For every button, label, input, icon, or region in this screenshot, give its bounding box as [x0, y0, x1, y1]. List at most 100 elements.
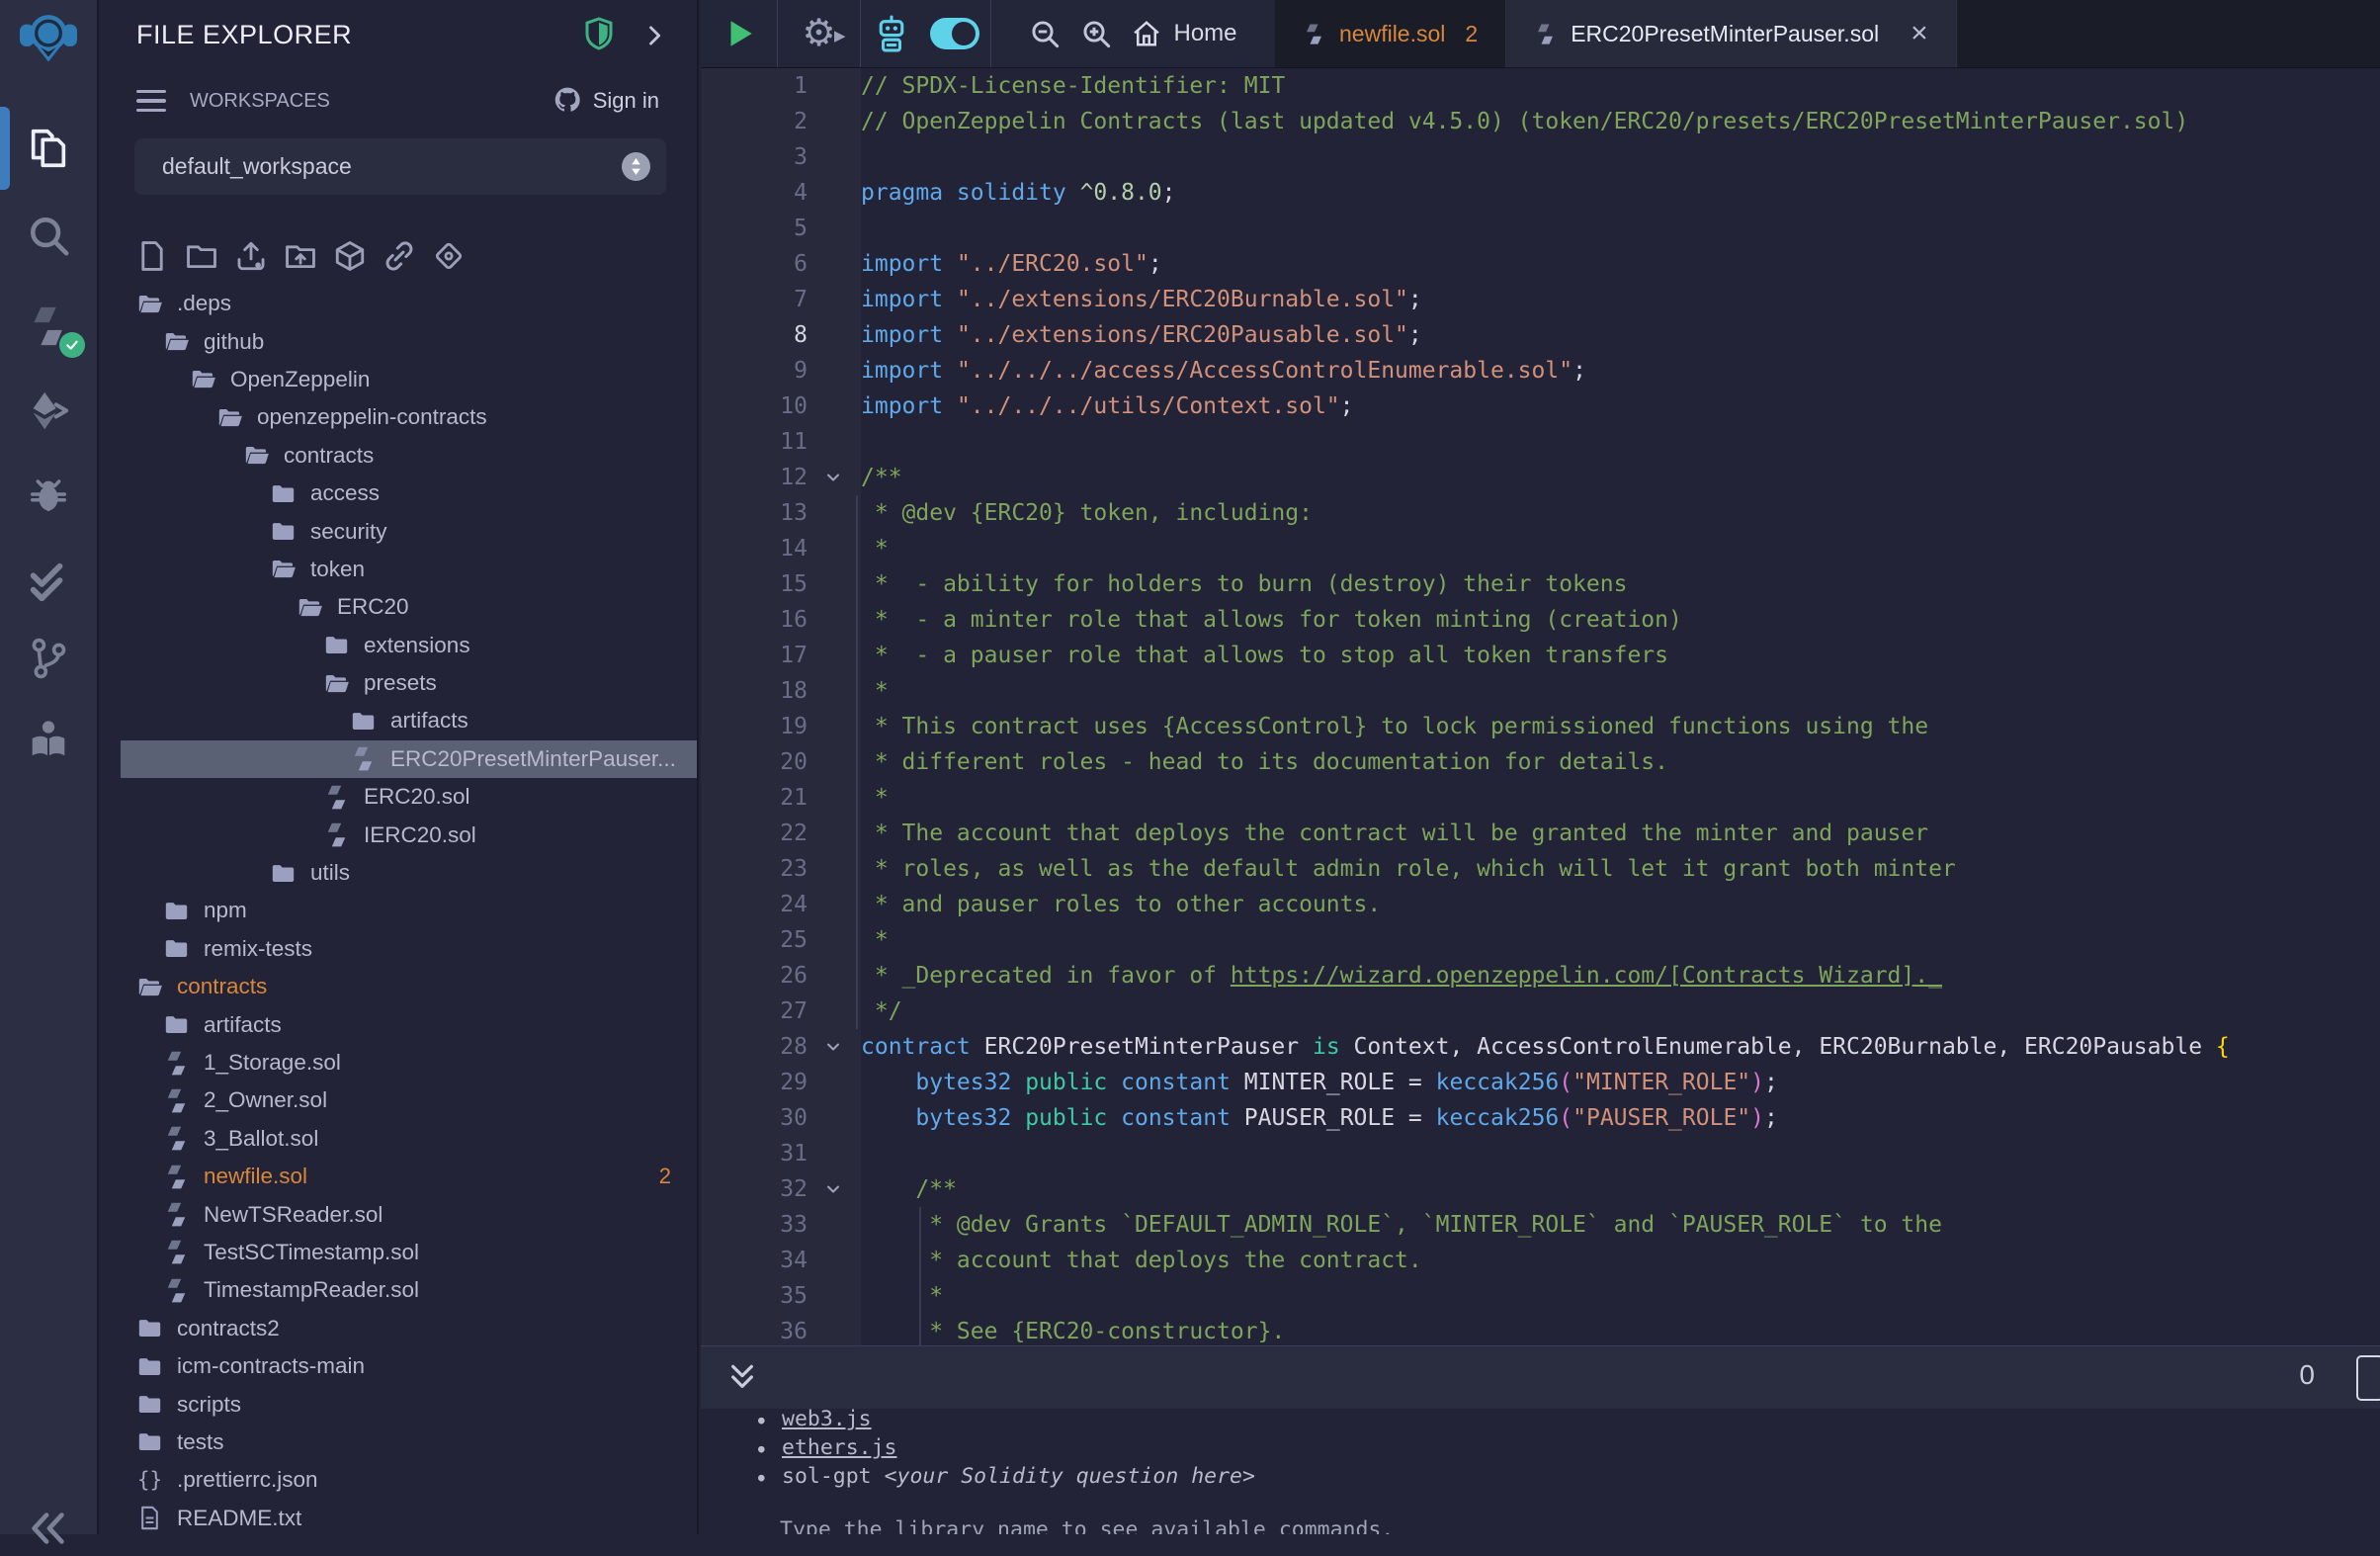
tree-item[interactable]: openzeppelin-contracts: [101, 398, 697, 436]
solidity-file-icon: [323, 821, 350, 848]
workspace-select[interactable]: default_workspace: [134, 138, 666, 195]
tree-item[interactable]: ERC20PresetMinterPauser...: [101, 740, 697, 778]
tree-item[interactable]: TestSCTimestamp.sol: [101, 1234, 697, 1271]
tree-item[interactable]: OpenZeppelin: [101, 361, 697, 398]
editor-tab[interactable]: ERC20PresetMinterPauser.sol×: [1506, 0, 1956, 67]
tree-item[interactable]: TimestampReader.sol: [101, 1271, 697, 1309]
tree-item[interactable]: IERC20.sol: [101, 816, 697, 853]
hamburger-menu-icon[interactable]: [136, 90, 166, 113]
sign-in-button[interactable]: Sign in: [593, 88, 659, 114]
code-line: 3: [701, 139, 2380, 175]
code-line: 1// SPDX-License-Identifier: MIT: [701, 68, 2380, 104]
tree-item[interactable]: contracts2: [101, 1310, 697, 1347]
close-icon[interactable]: ×: [1911, 19, 1928, 48]
editor-topbar: ⚙▶ Home newfile.sol2ERC20: [701, 0, 2380, 68]
tree-item[interactable]: icm-contracts-main: [101, 1347, 697, 1385]
clone-icon[interactable]: [432, 239, 466, 273]
tree-item[interactable]: tests: [101, 1424, 697, 1461]
chevron-right-icon[interactable]: [640, 22, 668, 49]
code-line: 10import "../../../utils/Context.sol";: [701, 389, 2380, 424]
tree-item[interactable]: 1_Storage.sol: [101, 1044, 697, 1081]
tree-item[interactable]: NewTSReader.sol: [101, 1195, 697, 1233]
terminal-collapse-icon[interactable]: [726, 1361, 758, 1393]
line-number: 6: [701, 246, 808, 282]
fold-chevron-icon[interactable]: [808, 1171, 861, 1207]
search-icon[interactable]: [0, 208, 97, 263]
upload-folder-icon[interactable]: [284, 239, 317, 273]
editor-tab[interactable]: newfile.sol2: [1275, 0, 1506, 67]
tree-item[interactable]: scripts: [101, 1385, 697, 1423]
shield-icon[interactable]: [581, 16, 617, 53]
terminal-link[interactable]: web3.js: [782, 1409, 872, 1431]
fold-chevron-icon[interactable]: [808, 460, 861, 495]
code-editor[interactable]: 1// SPDX-License-Identifier: MIT2// Open…: [701, 68, 2380, 1345]
tree-item-label: .deps: [177, 291, 231, 316]
zoom-in-icon[interactable]: [1080, 18, 1112, 49]
code-line: 33 * @dev Grants `DEFAULT_ADMIN_ROLE`, `…: [701, 1207, 2380, 1243]
editor-column: ⚙▶ Home newfile.sol2ERC20: [701, 0, 2380, 1534]
tree-item[interactable]: security: [101, 512, 697, 550]
unit-testing-icon[interactable]: [0, 555, 97, 610]
collapse-sidebar-icon[interactable]: [0, 1501, 97, 1556]
fold-chevron-icon[interactable]: [808, 1029, 861, 1065]
tree-item[interactable]: README.txt: [101, 1500, 697, 1535]
deploy-run-icon[interactable]: [0, 384, 97, 439]
link-icon[interactable]: [382, 239, 416, 273]
solidity-compiler-icon[interactable]: [0, 299, 97, 354]
line-number: 17: [701, 638, 808, 673]
tree-item[interactable]: presets: [101, 664, 697, 702]
tree-item[interactable]: contracts: [101, 437, 697, 475]
home-tab-button[interactable]: Home: [1132, 19, 1236, 48]
tree-item[interactable]: utils: [101, 854, 697, 892]
code-line: 15 * - ability for holders to burn (dest…: [701, 566, 2380, 602]
tree-item-label: ERC20: [337, 594, 409, 620]
tree-item[interactable]: access: [101, 475, 697, 512]
line-number: 31: [701, 1136, 808, 1171]
copilot-toggle[interactable]: [930, 18, 979, 49]
line-number: 28: [701, 1029, 808, 1065]
code-line: 2// OpenZeppelin Contracts (last updated…: [701, 104, 2380, 139]
terminal-link[interactable]: ethers.js: [782, 1435, 897, 1460]
tree-item[interactable]: remix-tests: [101, 930, 697, 968]
tree-item[interactable]: artifacts: [101, 702, 697, 739]
tree-item[interactable]: extensions: [101, 627, 697, 664]
code-line: 11: [701, 424, 2380, 460]
line-number: 32: [701, 1171, 808, 1207]
new-folder-icon[interactable]: [185, 239, 218, 273]
tree-item[interactable]: npm: [101, 892, 697, 929]
tree-item[interactable]: contracts: [101, 968, 697, 1005]
zoom-out-icon[interactable]: [1029, 18, 1061, 49]
run-script-button[interactable]: [722, 17, 756, 50]
terminal-search-box[interactable]: [2356, 1355, 2380, 1401]
new-file-icon[interactable]: [135, 239, 169, 273]
solidity-file-icon: [163, 1239, 190, 1265]
indent-guide: [856, 495, 858, 531]
tree-item[interactable]: ERC20.sol: [101, 778, 697, 816]
tree-item-label: README.txt: [177, 1506, 301, 1531]
cube-icon[interactable]: [333, 239, 367, 273]
upload-file-icon[interactable]: [234, 239, 268, 273]
folder-icon: [270, 480, 297, 507]
tree-item[interactable]: 3_Ballot.sol: [101, 1120, 697, 1158]
tree-item[interactable]: artifacts: [101, 1005, 697, 1043]
tree-item[interactable]: 2_Owner.sol: [101, 1081, 697, 1119]
tree-item[interactable]: ERC20: [101, 588, 697, 626]
tree-item[interactable]: .deps: [101, 285, 697, 322]
tree-item-label: scripts: [177, 1392, 241, 1418]
git-icon[interactable]: [0, 631, 97, 686]
tree-item[interactable]: github: [101, 322, 697, 360]
workspace-dropdown-icon[interactable]: [622, 152, 650, 181]
line-number: 36: [701, 1314, 808, 1345]
line-number: 13: [701, 495, 808, 531]
folder-open-icon: [190, 366, 216, 392]
tree-item[interactable]: {}.prettierrc.json: [101, 1461, 697, 1499]
tree-item[interactable]: token: [101, 551, 697, 588]
script-config-icon[interactable]: ⚙▶: [802, 15, 835, 52]
file-explorer-icon[interactable]: [0, 121, 97, 176]
code-line: 6import "../ERC20.sol";: [701, 246, 2380, 282]
ai-copilot-icon[interactable]: [873, 14, 910, 53]
tree-item[interactable]: newfile.sol2: [101, 1158, 697, 1195]
debugger-icon[interactable]: [0, 467, 97, 522]
remix-logo-icon[interactable]: [0, 10, 97, 65]
learneth-icon[interactable]: [0, 712, 97, 767]
